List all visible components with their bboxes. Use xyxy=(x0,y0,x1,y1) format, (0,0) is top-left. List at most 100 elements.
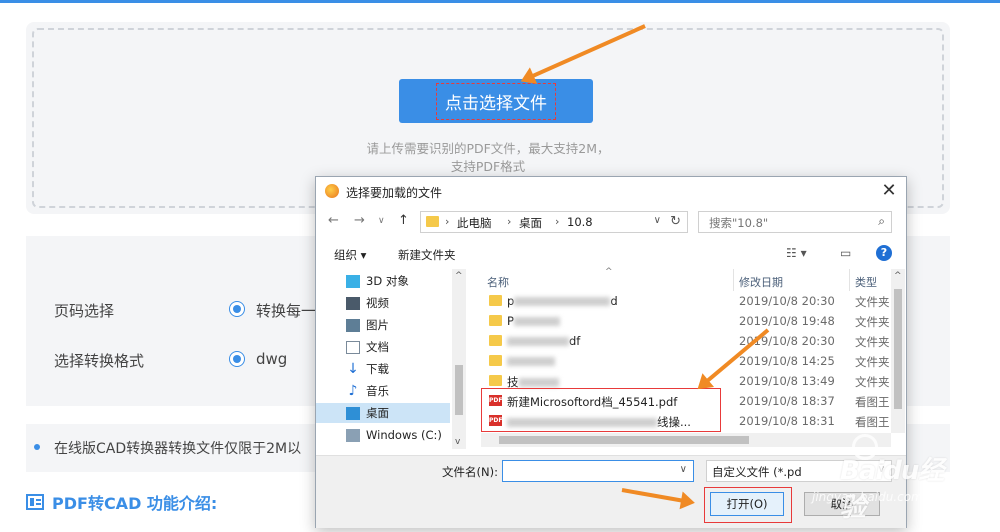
bullet-icon xyxy=(34,444,40,450)
page-option-radio[interactable] xyxy=(229,301,245,317)
documents-icon xyxy=(346,340,360,354)
search-box[interactable]: ⌕ xyxy=(698,211,892,233)
file-date: 2019/10/8 14:25 xyxy=(739,354,835,368)
choose-file-label: 点击选择文件 xyxy=(436,82,556,120)
folder-icon xyxy=(489,355,502,366)
filename-label: 文件名(N): xyxy=(442,465,498,479)
horizontal-scroll-thumb[interactable] xyxy=(499,436,749,444)
nav-item-label: 视频 xyxy=(366,296,389,310)
dialog-titlebar: 选择要加载的文件 ✕ xyxy=(316,177,906,205)
file-date: 2019/10/8 18:37 xyxy=(739,394,835,408)
sort-up-icon: ^ xyxy=(605,267,613,277)
folder-icon xyxy=(489,335,502,346)
nav-item-downloads[interactable]: ↓ 下载 xyxy=(346,359,389,379)
format-selection-label: 选择转换格式 xyxy=(54,352,145,370)
breadcrumb-item[interactable]: 桌面 xyxy=(519,215,542,231)
chevron-right-icon: › xyxy=(507,215,512,228)
file-type: 文件夹 xyxy=(855,295,890,309)
top-accent-bar xyxy=(0,0,1000,3)
app-icon xyxy=(325,184,339,198)
view-options-icon[interactable]: ☷ ▾ xyxy=(786,246,807,260)
new-folder-button[interactable]: 新建文件夹 xyxy=(398,247,456,263)
file-type: 文件夹 xyxy=(855,355,890,369)
scroll-up-icon[interactable]: ^ xyxy=(455,271,463,281)
file-name xyxy=(507,354,555,368)
file-type: 看图王 xyxy=(855,395,890,409)
format-option-radio[interactable] xyxy=(229,351,245,367)
nav-item-3d-objects[interactable]: 3D 对象 xyxy=(346,271,409,291)
file-type: 文件夹 xyxy=(855,335,890,349)
file-list: 名称 ^ 修改日期 类型 pd 2019/10/8 20:30 文件夹 P 20… xyxy=(481,267,891,433)
dialog-title: 选择要加载的文件 xyxy=(346,186,443,200)
forward-arrow-icon[interactable]: → xyxy=(354,213,365,228)
breadcrumb-item[interactable]: 此电脑 xyxy=(457,215,492,231)
watermark-url: jingyan.baidu.com xyxy=(812,490,923,504)
close-icon[interactable]: ✕ xyxy=(872,177,906,205)
column-type[interactable]: 类型 xyxy=(855,274,877,290)
chevron-down-icon[interactable]: ∨ xyxy=(654,215,661,226)
file-scroll-thumb[interactable] xyxy=(894,289,902,409)
back-arrow-icon[interactable]: ← xyxy=(328,213,339,228)
highlight-box xyxy=(481,388,721,432)
nav-item-label: 图片 xyxy=(366,318,389,332)
scroll-down-icon[interactable]: v xyxy=(455,437,460,447)
nav-item-pictures[interactable]: 图片 xyxy=(346,315,389,335)
nav-scroll-thumb[interactable] xyxy=(455,365,463,415)
desktop-icon xyxy=(346,406,360,420)
preview-pane-icon[interactable]: ▭ xyxy=(840,246,851,260)
chevron-right-icon: › xyxy=(445,215,450,228)
nav-item-label: 下载 xyxy=(366,362,389,376)
file-type: 文件夹 xyxy=(855,315,890,329)
nav-item-video[interactable]: 视频 xyxy=(346,293,389,313)
file-row[interactable]: df 2019/10/8 20:30 文件夹 xyxy=(481,331,891,351)
upload-hint: 请上传需要识别的PDF文件，最大支持2M， 支持PDF格式 xyxy=(34,140,942,176)
chevron-down-icon[interactable]: ∨ xyxy=(680,464,687,475)
nav-item-label: Windows (C:) xyxy=(366,428,442,442)
search-input[interactable] xyxy=(707,213,871,233)
section-title-text: PDF转CAD 功能介绍: xyxy=(52,494,218,513)
recent-chevron-icon[interactable]: ∨ xyxy=(378,216,385,226)
search-icon[interactable]: ⌕ xyxy=(878,214,885,229)
nav-item-music[interactable]: ♪ 音乐 xyxy=(346,381,389,401)
file-date: 2019/10/8 20:30 xyxy=(739,294,835,308)
page-option-label: 转换每一 xyxy=(256,302,317,320)
scroll-up-icon[interactable]: ^ xyxy=(894,271,902,281)
dialog-toolbar: 组织 ▾ 新建文件夹 ☷ ▾ ▭ ? xyxy=(316,241,906,267)
drive-icon xyxy=(346,428,360,442)
folder-icon xyxy=(426,216,439,227)
upload-hint-line1: 请上传需要识别的PDF文件，最大支持2M， xyxy=(366,141,610,156)
file-date: 2019/10/8 19:48 xyxy=(739,314,835,328)
file-name: P xyxy=(507,314,560,328)
column-name[interactable]: 名称 xyxy=(487,274,509,290)
notice-text: 在线版CAD转换器转换文件仅限于2M以 xyxy=(54,441,302,457)
nav-item-label: 音乐 xyxy=(366,384,389,398)
highlight-box xyxy=(704,487,792,523)
folder-icon xyxy=(489,295,502,306)
nav-item-label: 文档 xyxy=(366,340,389,354)
column-date[interactable]: 修改日期 xyxy=(739,274,783,290)
nav-item-desktop[interactable]: 桌面 xyxy=(316,403,450,423)
page-selection-label: 页码选择 xyxy=(54,302,115,320)
nav-item-documents[interactable]: 文档 xyxy=(346,337,389,357)
up-arrow-icon[interactable]: ↑ xyxy=(398,213,409,228)
filename-input[interactable]: ∨ xyxy=(502,460,694,482)
file-list-scrollbar[interactable]: ^ xyxy=(891,269,905,433)
download-icon: ↓ xyxy=(347,360,359,377)
file-row[interactable]: P 2019/10/8 19:48 文件夹 xyxy=(481,311,891,331)
baidu-watermark: Baidu经验 jingyan.baidu.com xyxy=(812,420,962,523)
section-title: PDF转CAD 功能介绍: xyxy=(26,490,217,514)
file-list-header: 名称 ^ 修改日期 类型 xyxy=(481,267,891,291)
nav-item-windows-drive[interactable]: Windows (C:) xyxy=(346,425,442,445)
file-row[interactable]: 2019/10/8 14:25 文件夹 xyxy=(481,351,891,371)
refresh-icon[interactable]: ↻ xyxy=(670,214,681,229)
column-divider xyxy=(733,269,734,291)
help-icon[interactable]: ? xyxy=(876,245,892,261)
filter-value: 自定义文件 (*.pd xyxy=(712,465,802,479)
choose-file-button[interactable]: 点击选择文件 xyxy=(399,79,593,123)
file-name: df xyxy=(507,334,580,348)
nav-scrollbar[interactable]: ^ v xyxy=(452,269,466,449)
address-bar[interactable]: › 此电脑 › 桌面 › 10.8 ∨ ↻ xyxy=(420,211,688,233)
breadcrumb-item[interactable]: 10.8 xyxy=(567,215,593,229)
organize-menu[interactable]: 组织 ▾ xyxy=(334,247,366,263)
file-row[interactable]: pd 2019/10/8 20:30 文件夹 xyxy=(481,291,891,311)
